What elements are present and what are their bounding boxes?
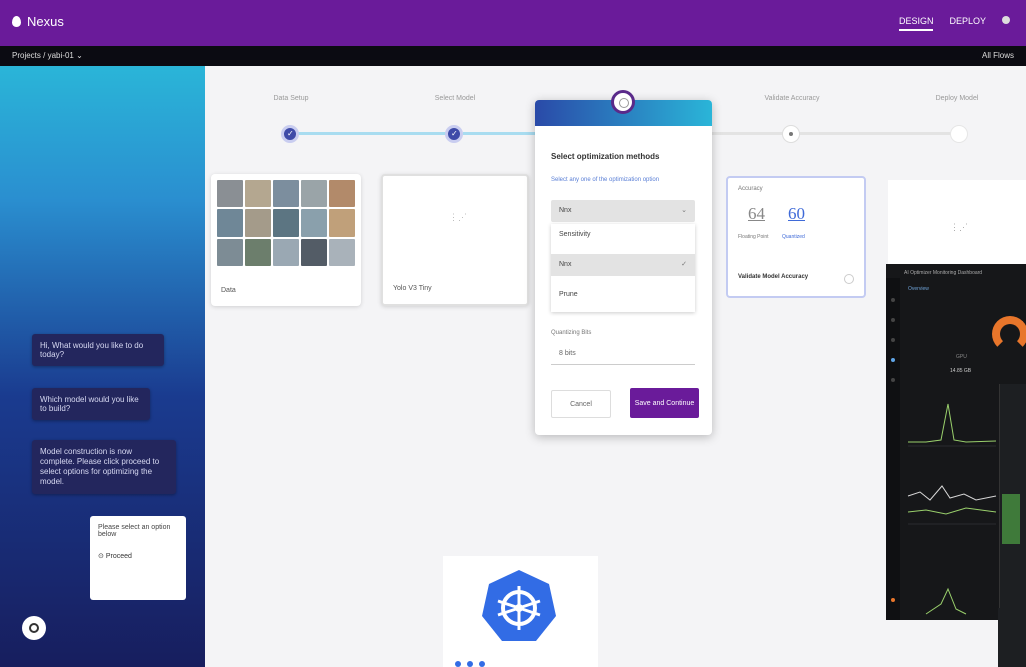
check-icon: ✓	[681, 261, 687, 268]
series-line	[925, 587, 967, 615]
cancel-button[interactable]: Cancel	[551, 390, 611, 418]
step-connector	[712, 132, 957, 135]
accuracy-card[interactable]: Accuracy 64 Floating Point 60 Quantized …	[726, 176, 866, 298]
step-label: Data Setup	[273, 95, 309, 102]
kubernetes-helm-icon	[482, 570, 556, 641]
chatbot-button[interactable]	[22, 616, 46, 640]
monitoring-dashboard: AI Optimizer Monitoring Dashboard Overvi…	[886, 264, 1026, 620]
series-line	[907, 485, 997, 501]
model-card[interactable]: ⋮⋰ Yolo V3 Tiny	[381, 174, 529, 306]
series-line	[908, 403, 997, 443]
save-continue-button[interactable]: Save and Continue	[630, 388, 699, 418]
accuracy-title: Accuracy	[738, 186, 763, 192]
all-flows-label[interactable]: All Flows	[982, 51, 1014, 60]
chevron-down-icon[interactable]: ⌄	[76, 51, 83, 60]
step-label: Validate Accuracy	[764, 95, 820, 102]
network-graph-icon: ⋮⋰	[449, 212, 467, 222]
step-node-done[interactable]	[445, 125, 463, 143]
accuracy-label: Quantized	[782, 234, 805, 240]
kubernetes-logo-overlay	[443, 556, 598, 667]
method-option[interactable]: Nnx ✓	[551, 254, 695, 276]
chat-option-card: Please select an option below ⊙ Proceed	[90, 516, 186, 600]
network-graph-icon: ⋮⋰	[950, 222, 968, 232]
step-connector	[297, 132, 457, 135]
dialog-title: Select optimization methods	[551, 152, 660, 161]
step-indicator-icon	[611, 90, 635, 114]
method-option[interactable]: Prune	[551, 284, 695, 306]
breadcrumb-bar: Projects / yabi-01 ⌄ All Flows	[0, 46, 1026, 66]
method-option-label: Prune	[559, 291, 578, 298]
chatbot-icon	[29, 623, 39, 633]
top-app-bar: Nexus DESIGN DEPLOY	[0, 0, 1026, 46]
chat-message: Model construction is now complete. Plea…	[32, 440, 176, 494]
breadcrumb: Projects / yabi-01 ⌄	[12, 51, 83, 60]
proceed-option[interactable]: ⊙ Proceed	[98, 552, 178, 560]
method-option-label: Nnx	[559, 261, 572, 268]
step-node-pending[interactable]	[950, 125, 968, 143]
all-flows-link[interactable]: All Flows	[982, 51, 1014, 60]
chat-message: Which model would you like to build?	[32, 388, 150, 420]
dataset-card[interactable]: Data	[211, 174, 361, 306]
kubernetes-wordmark	[455, 656, 515, 667]
optimization-dialog: Select optimization methods Select any o…	[535, 90, 712, 435]
chat-panel: Hi, What would you like to do today? Whi…	[0, 66, 205, 667]
method-options-list: Sensitivity Nnx ✓ Prune	[551, 224, 695, 312]
dashboard-panel-fragment	[998, 608, 1026, 667]
bits-field[interactable]: 8 bits	[551, 344, 695, 365]
dataset-caption: Data	[221, 287, 236, 294]
chat-message: Hi, What would you like to do today?	[32, 334, 164, 366]
step-label: Deploy Model	[935, 95, 979, 102]
validate-accuracy-label: Validate Model Accuracy	[738, 274, 809, 280]
chevron-down-icon: ⌄	[681, 207, 687, 214]
bits-field-label: Quantizing Bits	[551, 330, 592, 336]
method-select-value: Nnx	[559, 207, 572, 214]
user-avatar[interactable]	[1002, 16, 1010, 24]
drop-logo-icon	[12, 16, 21, 27]
series-line	[907, 507, 997, 515]
nav-deploy[interactable]: DEPLOY	[949, 16, 986, 31]
step-label: Select Model	[434, 95, 476, 102]
breadcrumb-root[interactable]: Projects	[12, 51, 41, 60]
proceed-option-label[interactable]: Proceed	[106, 553, 132, 560]
accuracy-value: 60	[788, 204, 805, 223]
top-nav: DESIGN DEPLOY	[898, 16, 1010, 31]
status-spinner-icon	[844, 274, 854, 284]
step-connector	[463, 132, 535, 135]
method-option-label: Sensitivity	[559, 231, 591, 238]
chat-option-prompt: Please select an option below	[98, 524, 171, 538]
bar-panel	[1002, 494, 1020, 544]
bits-field-value: 8 bits	[559, 350, 576, 357]
dataset-thumbnails	[217, 180, 355, 266]
nav-design[interactable]: DESIGN	[898, 16, 934, 31]
brand-name: Nexus	[27, 14, 64, 29]
step-node-done[interactable]	[281, 125, 299, 143]
accuracy-value: 64	[748, 204, 765, 223]
step-node-pending[interactable]	[782, 125, 800, 143]
breadcrumb-current[interactable]: yabi-01	[48, 51, 74, 60]
method-option[interactable]: Sensitivity	[551, 224, 695, 246]
method-select[interactable]: Nnx ⌄	[551, 200, 695, 222]
dialog-hint: Select any one of the optimization optio…	[551, 177, 660, 183]
accuracy-label: Floating Point	[738, 234, 769, 240]
breadcrumb-separator: /	[43, 51, 46, 60]
model-caption: Yolo V3 Tiny	[393, 285, 432, 292]
brand-logo[interactable]: Nexus	[12, 14, 64, 29]
